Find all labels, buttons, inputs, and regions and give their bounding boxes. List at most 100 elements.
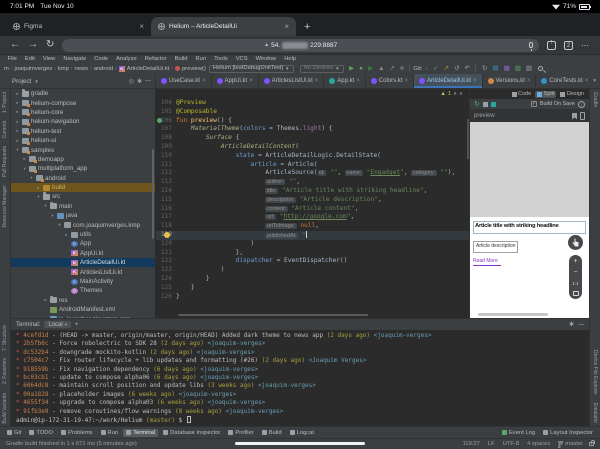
close-tab-icon[interactable]: × [139,23,144,31]
project-panel-header[interactable]: Project ▼ ◎ ✱ ― [0,74,156,88]
menu-run[interactable]: Run [192,56,210,62]
status-segment[interactable]: 4 spaces [527,441,550,447]
toolwindow-git[interactable]: Git [4,429,24,437]
menu-tools[interactable]: Tools [211,56,232,62]
device-manager-icon[interactable]: ▤ [492,64,498,73]
code-line-112[interactable]: 112 ArticleSource(id: "", name: "Engadge… [156,169,469,178]
run-coverage-icon[interactable]: ▶ [368,64,373,73]
code-line-107[interactable]: 107 MaterialTheme(colors = Themes.light)… [156,125,469,134]
run-preview-gutter-icon[interactable] [157,118,162,123]
menu-view[interactable]: View [39,56,58,62]
tree-toggle-icon[interactable]: ▸ [15,109,20,115]
stop-icon[interactable]: ■ [400,64,404,73]
tree-item-appui-kt[interactable]: KAppUi.kt [11,249,155,258]
tree-toggle-icon[interactable]: ▸ [22,156,27,162]
close-tab-icon[interactable]: × [585,78,589,84]
tree-toggle-icon[interactable]: ▾ [50,213,55,219]
tree-toggle-icon[interactable]: ▸ [15,138,20,144]
tree-item-helium-test[interactable]: ▸helium-test [11,127,155,136]
code-line-110[interactable]: 110 state = ArticleDetailLogic.DetailSta… [156,152,469,161]
breadcrumb-item[interactable]: kmp [58,66,69,72]
device-frame-icon[interactable] [580,112,585,120]
breadcrumb-item[interactable]: news [75,66,89,72]
tree-item-helium-core[interactable]: ▸helium-core [11,108,155,117]
tree-toggle-icon[interactable]: ▸ [15,128,20,134]
locate-file-icon[interactable]: ◎ [129,78,134,85]
tree-item-com-joaquimverges-kmp[interactable]: ▾com.joaquimverges.kmp [11,220,155,229]
git-commit-icon[interactable]: ✓ [433,64,438,73]
tree-toggle-icon[interactable]: ▾ [22,166,27,172]
expand-chevron-icon[interactable]: ∨ [459,91,463,97]
tree-toggle-icon[interactable]: ▾ [57,222,62,228]
editor-tab-colors-kt[interactable]: Colors.kt× [366,74,414,88]
editor-tab-articledetailui-kt[interactable]: ArticleDetailUi.kt× [414,74,483,88]
history-icon[interactable]: ↺ [454,64,459,73]
tree-item-res[interactable]: ▸res [11,296,155,305]
code-line-109[interactable]: 109 ArticleDetailContent( [156,143,469,152]
tree-toggle-icon[interactable]: ▸ [15,91,20,97]
tree-item-src[interactable]: ▾src [11,192,155,201]
git-push-icon[interactable]: ↗ [444,64,449,73]
menu-analyze[interactable]: Analyze [113,56,141,62]
code-line-125[interactable]: 125 } [156,284,469,293]
refresh-preview-icon[interactable]: ↻ [474,100,480,108]
view-mode-design[interactable]: Design [558,91,586,98]
code-line-115[interactable]: 115 description: "Article description", [156,196,469,205]
tree-toggle-icon[interactable]: ▸ [15,100,20,106]
settings-gear-icon[interactable]: ✱ [137,78,142,85]
info-icon[interactable]: i [578,101,585,108]
menu-vcs[interactable]: VCS [232,56,251,62]
breadcrumb-item[interactable]: preview() [182,66,206,72]
tree-toggle-icon[interactable]: ▸ [15,119,20,125]
close-tab-icon[interactable]: × [315,78,319,84]
terminal-session-tab[interactable]: Local▾ [44,321,71,328]
tree-scrollbar[interactable] [152,149,154,239]
run-config-selector[interactable]: Helium [testDebugUnitTest]▼ [209,65,294,73]
status-segment[interactable]: UTF-8 [503,441,519,447]
zoom-actual-button[interactable]: 1:1 [572,280,578,287]
git-update-icon[interactable]: ↓ [425,64,428,73]
tree-toggle-icon[interactable]: ▸ [36,185,41,191]
tree-toggle-icon[interactable]: ▸ [43,297,48,303]
close-tab-icon[interactable]: × [404,78,408,84]
rollback-icon[interactable]: ↶ [465,64,470,73]
code-line-108[interactable]: 108 Surface { [156,134,469,143]
collapse-chevron-icon[interactable]: ∧ [453,91,457,97]
address-bar[interactable]: ▲ 54. 229:8887 [62,39,539,52]
status-segment[interactable]: 119:27 [463,441,480,447]
terminal-settings-icon[interactable]: ✱ [569,321,574,328]
menu-code[interactable]: Code [91,56,112,62]
breadcrumb-item[interactable]: joaquimverges [15,66,53,72]
intention-bulb-icon[interactable] [164,232,170,238]
device-selector[interactable]: No Devices▼ [300,65,344,73]
editor-tab-app-kt[interactable]: App.kt× [324,74,366,88]
menu-refactor[interactable]: Refactor [141,56,170,62]
attach-debugger-icon[interactable]: ↗ [390,64,395,73]
zoom-in-button[interactable]: + [573,258,577,265]
code-editor[interactable]: ▲ 1 ∧ ∨ 104@Preview105@Composable106fun … [156,89,469,318]
tab-switcher-button[interactable]: 2 [564,41,573,50]
breadcrumb-item[interactable]: m [4,66,9,72]
interactive-pointer-button[interactable] [568,235,583,250]
stripe-button-emulator[interactable]: Emulator [592,403,598,423]
browser-tab[interactable]: Helium – ArticleDetailUi× [151,17,296,36]
tree-item-java[interactable]: ▾java [11,211,155,220]
tree-item-helium-ui[interactable]: ▸helium-ui [11,136,155,145]
preview-hscrollbar[interactable] [478,313,548,316]
breadcrumb-item[interactable]: android [94,66,113,72]
code-line-120[interactable]: 120 ) [156,240,469,249]
tree-item-utils[interactable]: ▸utils [11,230,155,239]
build-on-save-checkbox[interactable]: ✓ [531,101,537,107]
tree-toggle-icon[interactable]: ▾ [15,147,20,153]
tree-item-helium-compose[interactable]: ▸helium-compose [11,98,155,107]
view-mode-split[interactable]: Split [535,91,556,98]
toolwindow-profiler[interactable]: Profiler [225,429,256,437]
hide-panel-icon[interactable]: ― [145,78,151,84]
forward-button[interactable]: → [28,40,38,50]
stripe-button-gradle[interactable]: Gradle [592,92,598,107]
stripe-button-2-favorites[interactable]: 2: Favorites [2,358,8,384]
code-line-114[interactable]: 114 title: "Article title with striking … [156,187,469,196]
editor-tab-usecase-kt[interactable]: UseCase.kt× [156,74,212,88]
toolwindow-database-inspector[interactable]: Database Inspector [160,429,223,437]
tabs-overflow-icon[interactable]: ▾ [593,78,596,84]
